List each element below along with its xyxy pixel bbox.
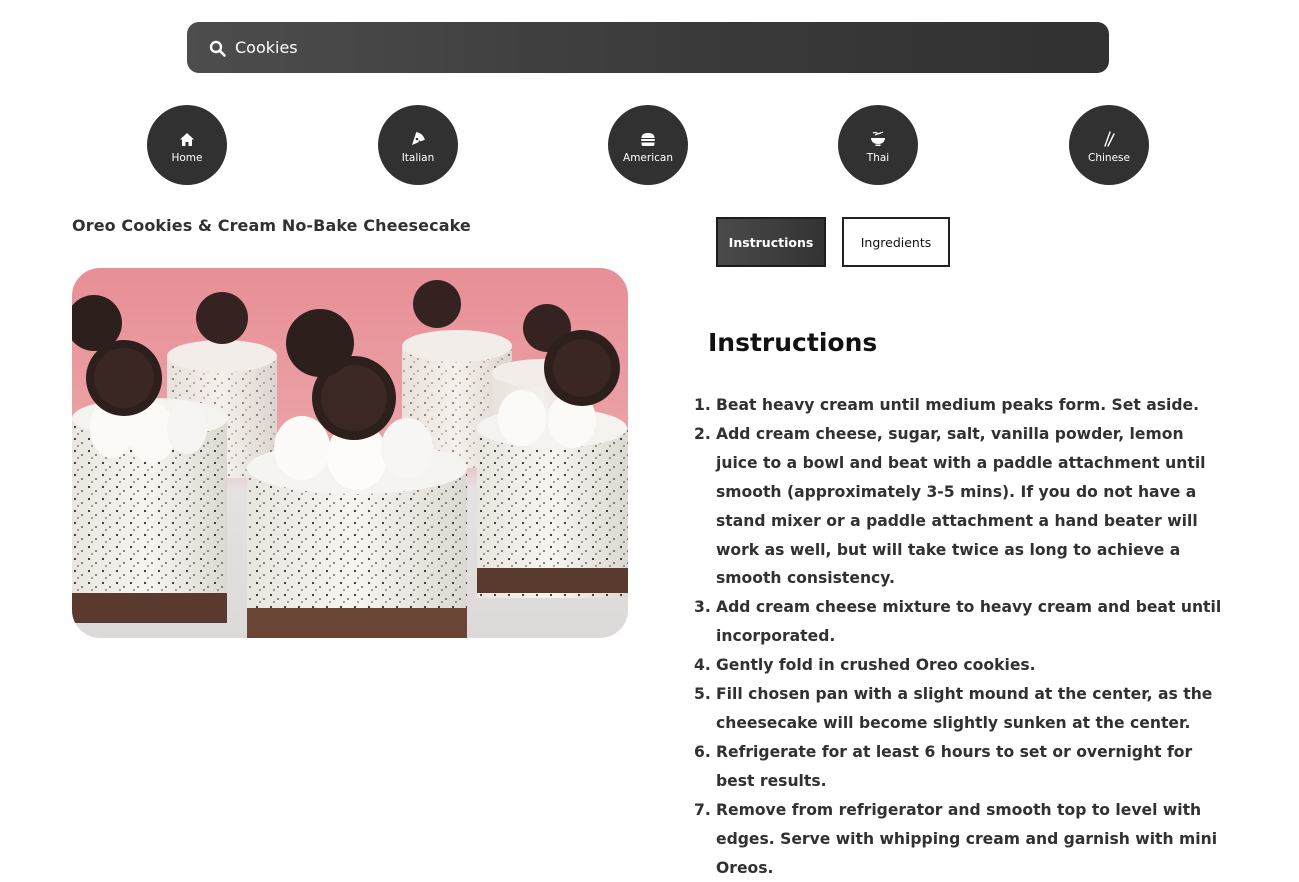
section-heading: Instructions [708,328,878,357]
instruction-list: 1. Beat heavy cream until medium peaks fo… [694,391,1226,882]
list-item: 5. Fill chosen pan with a slight mound at… [694,680,1226,738]
step-text: Add cream cheese mixture to heavy cream … [716,598,1222,646]
search-input[interactable] [235,27,1075,68]
recipe-image [72,268,628,638]
nav-label: Home [171,152,203,164]
list-item: 3. Add cream cheese mixture to heavy crea… [694,593,1226,651]
tab-ingredients[interactable]: Ingredients [842,217,950,267]
step-text: Fill chosen pan with a slight mound at t… [716,685,1213,732]
nav-item-chinese[interactable]: Chinese [1069,105,1149,185]
recipe-title: Oreo Cookies & Cream No-Bake Cheesecake [72,216,471,235]
search-icon[interactable] [209,40,227,58]
nav-label: American [623,152,673,164]
chopsticks-icon [1100,130,1118,148]
noodle-bowl-icon [869,130,887,148]
step-number: 5. [694,685,711,704]
step-text: Refrigerate for at least 6 hours to set … [716,742,1193,790]
burger-icon [639,130,657,148]
nav-item-american[interactable]: American [608,105,688,185]
nav-label: Chinese [1088,152,1130,164]
step-number: 1. [694,396,711,414]
tab-instructions[interactable]: Instructions [716,217,826,267]
list-item: 7. Remove from refrigerator and smooth to… [694,796,1226,882]
list-item: 1. Beat heavy cream until medium peaks fo… [694,391,1226,420]
list-item: 6. Refrigerate for at least 6 hours to se… [694,738,1226,796]
search-bar[interactable] [187,22,1109,73]
step-number: 7. [694,800,711,819]
nav-label: Italian [401,152,435,164]
home-icon [178,130,196,148]
nav-item-thai[interactable]: Thai [838,105,918,185]
step-number: 3. [694,598,711,617]
nav-label: Thai [866,152,890,164]
step-number: 2. [694,424,711,443]
cuisine-nav: Home Italian American Thai Chinese [0,105,1299,185]
list-item: 2. Add cream cheese, sugar, salt, vanilla… [694,420,1226,593]
step-text: Remove from refrigerator and smooth top … [716,800,1218,877]
step-number: 6. [694,742,711,761]
list-item: 4. Gently fold in crushed Oreo cookies. [694,651,1226,680]
step-text: Add cream cheese, sugar, salt, vanilla p… [716,424,1206,588]
nav-item-home[interactable]: Home [147,105,227,185]
step-text: Gently fold in crushed Oreo cookies. [716,656,1036,675]
nav-item-italian[interactable]: Italian [378,105,458,185]
pizza-icon [409,130,427,148]
step-number: 4. [694,656,711,675]
step-text: Beat heavy cream until medium peaks form… [716,396,1200,414]
